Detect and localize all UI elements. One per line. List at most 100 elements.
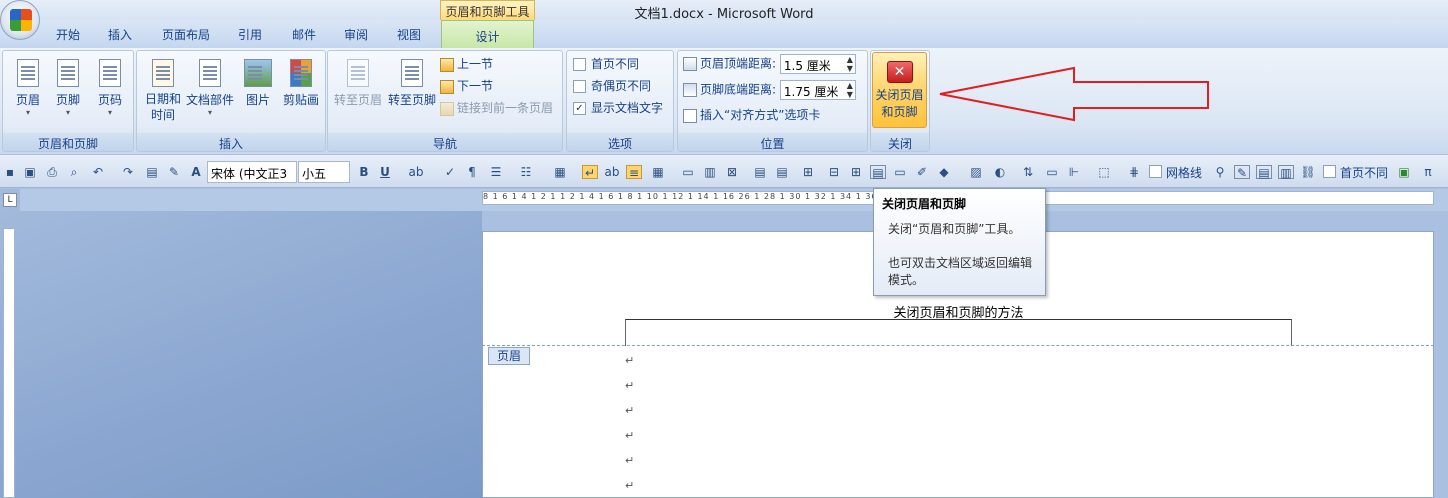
underline-icon[interactable]: U (377, 165, 393, 179)
borders-icon[interactable]: ▦ (552, 165, 568, 179)
checkbox-icon (573, 80, 586, 93)
goto-header-icon (347, 59, 369, 87)
bullets-icon[interactable]: ☰ (488, 165, 504, 179)
header-top-distance-label: 页眉顶端距离: (700, 56, 777, 71)
header-top-distance-value: 1.5 厘米 (783, 59, 831, 73)
numbering-icon[interactable]: ☷ (518, 165, 534, 179)
shapes-icon[interactable]: ◐ (992, 165, 1008, 179)
insert-column-icon[interactable]: ▥ (702, 165, 718, 179)
clipart-button[interactable]: 剪贴画 (279, 53, 323, 127)
tooltip: 关闭页眉和页脚 关闭“页眉和页脚”工具。 也可双击文档区域返回编辑模式。 (873, 188, 1046, 296)
tab-selector-icon[interactable]: L (3, 193, 17, 207)
show-document-text-checkbox[interactable]: ✓ 显示文档文字 (573, 99, 663, 119)
research-icon[interactable]: ⚲ (1212, 165, 1228, 179)
text-box-icon[interactable]: ▭ (892, 165, 908, 179)
merge-cells-icon[interactable]: ⊟ (826, 165, 842, 179)
picture-button[interactable]: 图片 (237, 53, 279, 127)
excel-icon[interactable]: ▣ (1396, 165, 1412, 179)
format-painter-icon[interactable]: ✎ (166, 165, 182, 179)
paste-icon[interactable]: ▤ (144, 165, 160, 179)
spinner-arrows-icon[interactable]: ▲ ▼ (847, 81, 853, 99)
paragraph-icon[interactable]: ¶ (464, 165, 480, 179)
align-icon[interactable]: ⊩ (1066, 165, 1082, 179)
tab-design[interactable]: 设计 (441, 20, 534, 48)
fill-color-icon[interactable]: ◆ (936, 165, 952, 179)
footer-bottom-distance-input[interactable]: 1.75 厘米 ▲ ▼ (779, 80, 856, 100)
tab-review[interactable]: 审阅 (344, 26, 368, 43)
frame-icon[interactable]: ▭ (1044, 165, 1060, 179)
first-page-different-checkbox[interactable]: 首页不同 (573, 55, 639, 75)
equation-icon[interactable]: π (1420, 165, 1436, 179)
tab-page-layout[interactable]: 页面布局 (162, 26, 210, 43)
goto-header-button[interactable]: 转至页眉 (330, 53, 386, 127)
document-parts-button[interactable]: 文档部件 ▾ (185, 53, 235, 127)
print-icon[interactable]: ⎙ (44, 165, 60, 179)
insert-picture-icon[interactable]: ▨ (968, 165, 984, 179)
office-button[interactable] (0, 0, 40, 40)
edit-icon[interactable]: ✐ (914, 165, 930, 179)
link-icon (440, 101, 454, 116)
tab-insert[interactable]: 插入 (108, 26, 132, 43)
split-cells-icon[interactable]: ⊞ (848, 165, 864, 179)
link-sections-icon[interactable]: ⛓ (1300, 165, 1316, 179)
close-label-line2: 和页脚 (881, 105, 918, 119)
save-as-icon[interactable]: ▣ (22, 165, 38, 179)
page-number-button[interactable]: 页码 ▾ (89, 53, 131, 127)
delete-cells-icon[interactable]: ⊠ (724, 165, 740, 179)
vertical-ruler[interactable] (3, 228, 15, 498)
odd-even-different-checkbox[interactable]: 奇偶页不同 (573, 77, 651, 97)
previous-section-button[interactable]: 上一节 (440, 55, 493, 75)
save-icon[interactable]: ▪ (2, 165, 18, 179)
tab-references[interactable]: 引用 (238, 26, 262, 43)
dropdown-arrow-icon: ▾ (107, 108, 112, 117)
footer-label: 页脚 (55, 93, 80, 107)
print-preview-icon[interactable]: ⌕ (66, 165, 82, 179)
group-objects-icon[interactable]: ⬚ (1096, 165, 1112, 179)
header-layout-icon[interactable]: ▤ (752, 165, 768, 179)
justify-icon[interactable]: ≡ (626, 165, 642, 180)
link-to-previous-label: 链接到前一条页眉 (457, 101, 554, 115)
header-footer-icon[interactable]: ▤ (870, 165, 886, 180)
date-time-button[interactable]: 日期和 时间 (141, 53, 185, 127)
spinner-arrows-icon[interactable]: ▲ ▼ (847, 55, 853, 73)
close-header-footer-button[interactable]: ✕ 关闭页眉 和页脚 (872, 52, 927, 128)
link-to-previous-button[interactable]: 链接到前一条页眉 (440, 99, 553, 119)
gridlines-label: 网格线 (1166, 166, 1203, 180)
show-marks-icon[interactable]: ↵ (582, 165, 598, 180)
font-icon[interactable]: A (188, 165, 204, 179)
header-distance-icon (683, 57, 697, 71)
compare-icon[interactable]: ▤ (1256, 165, 1272, 180)
track-changes-icon[interactable]: ✎ (1234, 165, 1250, 180)
first-page-different-qat-checkbox[interactable] (1323, 165, 1336, 178)
group-position: 页眉顶端距离: 1.5 厘米 ▲ ▼ 页脚底端距离: 1.75 厘米 ▲ ▼ 插入“对齐… (677, 50, 868, 152)
table-icon[interactable]: ▦ (650, 165, 666, 179)
footer-layout-icon[interactable]: ▤ (774, 165, 790, 179)
checkbox-icon (573, 58, 586, 71)
insert-alignment-tab-button[interactable]: 插入“对齐方式”选项卡 (683, 106, 820, 126)
character-spacing-icon[interactable]: ab (604, 165, 620, 179)
insert-row-icon[interactable]: ▭ (680, 165, 696, 179)
gridlines-checkbox[interactable] (1149, 165, 1162, 178)
undo-icon[interactable]: ↶ (90, 165, 106, 179)
goto-footer-label: 转至页脚 (387, 93, 436, 107)
document-map-icon[interactable]: ▥ (1278, 165, 1294, 180)
next-section-button[interactable]: 下一节 (440, 77, 493, 97)
tab-view[interactable]: 视图 (397, 26, 421, 43)
font-name-combo[interactable]: 宋体 (中文正3 (207, 161, 297, 183)
spelling-icon[interactable]: ✓ (442, 165, 458, 179)
goto-footer-button[interactable]: 转至页脚 (386, 53, 438, 127)
close-label-line1: 关闭页眉 (875, 88, 924, 102)
header-button[interactable]: 页眉 ▾ (7, 53, 49, 127)
grid-icon[interactable]: ⋕ (1126, 165, 1142, 179)
redo-icon[interactable]: ↷ (120, 165, 136, 179)
distribute-icon[interactable]: ⊞ (800, 165, 816, 179)
header-top-distance-input[interactable]: 1.5 厘米 ▲ ▼ (779, 54, 856, 74)
footer-button[interactable]: 页脚 ▾ (47, 53, 89, 127)
font-size-combo[interactable]: 小五 (298, 161, 350, 183)
highlight-icon[interactable]: ab (408, 165, 424, 179)
vertical-text-icon[interactable]: ⇅ (1020, 165, 1036, 179)
tab-home[interactable]: 开始 (56, 26, 80, 43)
bold-icon[interactable]: B (356, 165, 372, 179)
tab-mailings[interactable]: 邮件 (292, 26, 316, 43)
tooltip-title: 关闭页眉和页脚 (882, 197, 967, 211)
